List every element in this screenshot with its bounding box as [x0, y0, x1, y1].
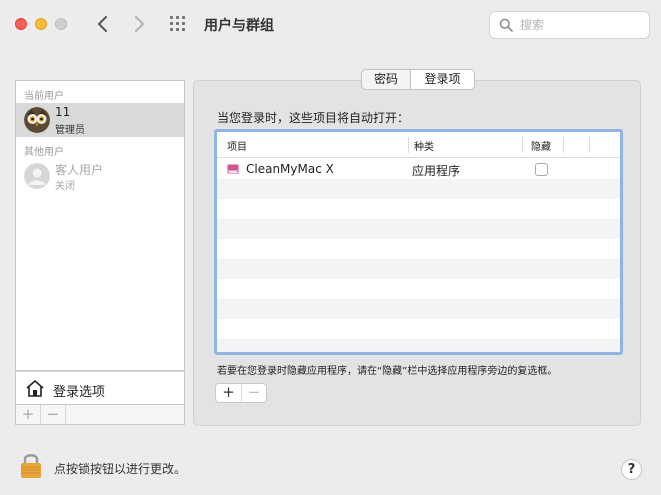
table-rows: CleanMyMac X 应用程序	[217, 159, 620, 352]
login-item-add-remove: + −	[215, 383, 267, 403]
user-item-current[interactable]: 11 管理员	[16, 103, 184, 137]
column-header-kind[interactable]: 种类	[414, 138, 434, 153]
login-item-kind: 应用程序	[412, 164, 461, 178]
table-row	[217, 199, 620, 219]
table-row	[217, 219, 620, 239]
table-row[interactable]: CleanMyMac X 应用程序	[217, 159, 620, 179]
login-options-label: 登录选项	[53, 385, 106, 400]
search-input[interactable]	[520, 16, 640, 34]
window-title: 用户与群组	[204, 18, 274, 34]
users-sidebar: 当前用户 11 管理员 其他用户 客人用户 关闭	[15, 80, 185, 371]
tab-password[interactable]: 密码	[362, 70, 410, 89]
table-row	[217, 319, 620, 339]
user-add-remove-bar: + −	[15, 405, 185, 425]
forward-button[interactable]	[128, 13, 150, 35]
help-button[interactable]: ?	[621, 459, 642, 480]
chevron-left-icon	[98, 16, 107, 32]
other-users-label: 其他用户	[24, 147, 64, 158]
column-divider	[408, 137, 409, 153]
table-row	[217, 239, 620, 259]
hide-checkbox[interactable]	[535, 163, 548, 176]
guest-user-status: 关闭	[55, 181, 75, 192]
preferences-window: 用户与群组 当前用户	[0, 0, 661, 495]
column-header-item[interactable]: 项目	[227, 138, 247, 153]
table-row	[217, 259, 620, 279]
add-user-button[interactable]: +	[16, 405, 41, 424]
lock-icon[interactable]	[19, 451, 43, 479]
user-name: 11	[55, 105, 71, 119]
table-row	[217, 299, 620, 319]
chevron-right-icon	[135, 16, 144, 32]
user-item-guest[interactable]: 客人用户 关闭	[16, 159, 184, 193]
login-items-table[interactable]: 项目 种类 隐藏 CleanMyMac X 应用程序	[214, 129, 623, 355]
show-all-grid-icon[interactable]	[170, 16, 190, 32]
owl-avatar-icon	[24, 107, 50, 133]
close-window-button[interactable]	[15, 18, 27, 30]
add-login-item-button[interactable]: +	[216, 384, 241, 402]
tab-login-items[interactable]: 登录项	[410, 70, 474, 89]
person-icon	[24, 163, 50, 189]
current-users-label: 当前用户	[24, 91, 64, 102]
login-item-name: CleanMyMac X	[246, 162, 334, 176]
hide-hint-text: 若要在您登录时隐藏应用程序，请在“隐藏”栏中选择应用程序旁边的复选框。	[217, 366, 558, 377]
login-options-item[interactable]: 登录选项	[15, 371, 185, 405]
table-row	[217, 179, 620, 199]
guest-user-name: 客人用户	[55, 163, 104, 177]
segmented-tabs: 密码 登录项	[361, 69, 475, 90]
title-bar: 用户与群组	[0, 0, 661, 50]
table-row	[217, 279, 620, 299]
table-header: 项目 种类 隐藏	[217, 132, 620, 158]
zoom-window-button[interactable]	[55, 18, 67, 30]
column-header-hide[interactable]: 隐藏	[531, 138, 551, 153]
search-field[interactable]	[489, 11, 650, 39]
user-role: 管理员	[55, 125, 85, 136]
guest-avatar	[24, 163, 50, 189]
back-button[interactable]	[92, 13, 114, 35]
house-icon	[26, 380, 44, 397]
cleanmymac-app-icon	[227, 164, 239, 174]
search-icon	[499, 18, 513, 32]
column-divider	[589, 137, 590, 153]
login-items-intro: 当您登录时，这些项目将自动打开：	[217, 111, 410, 125]
minimize-window-button[interactable]	[35, 18, 47, 30]
avatar	[24, 107, 50, 133]
column-divider	[522, 137, 523, 153]
lock-instruction: 点按锁按钮以进行更改。	[54, 462, 187, 476]
remove-login-item-button[interactable]: −	[240, 384, 266, 402]
column-divider	[563, 137, 564, 153]
table-row	[217, 339, 620, 352]
remove-user-button[interactable]: −	[41, 405, 66, 424]
